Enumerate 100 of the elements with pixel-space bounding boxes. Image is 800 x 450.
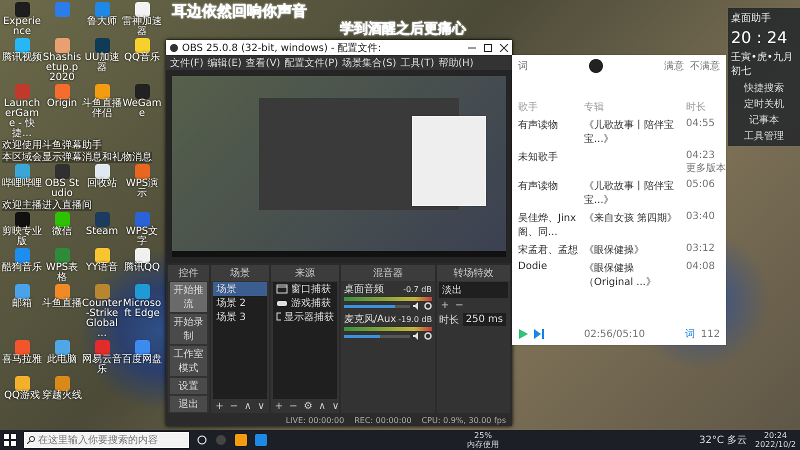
menu-item[interactable]: 查看(V) xyxy=(246,56,280,69)
control-button[interactable]: 开始录制 xyxy=(170,314,208,344)
toolbar-button[interactable]: − xyxy=(455,300,464,311)
app-icon[interactable] xyxy=(94,164,110,179)
circle-icon[interactable] xyxy=(197,435,207,445)
toolbar-button[interactable]: + xyxy=(215,401,224,412)
column-header: 时长 xyxy=(686,100,707,114)
duration-label: 时长 xyxy=(438,314,459,326)
duration-field[interactable]: 250 ms xyxy=(462,313,506,326)
app-icon[interactable] xyxy=(94,248,110,263)
window-title: OBS 25.0.8 (32-bit, windows) - 配置文件: xyxy=(182,42,382,54)
artist-cell-text: 宋孟君、孟想 xyxy=(518,244,579,257)
app-icon[interactable] xyxy=(94,340,110,355)
app-icon[interactable] xyxy=(134,340,150,355)
artist-cell-text: Dodie xyxy=(518,261,548,274)
next-icon[interactable] xyxy=(534,329,544,339)
source-item[interactable]: 显示器捕获 xyxy=(284,310,334,324)
tab-label[interactable]: 词 xyxy=(518,59,528,73)
settings-icon[interactable] xyxy=(424,302,432,310)
app-icon[interactable] xyxy=(54,376,70,391)
menu-item[interactable]: 工具(T) xyxy=(400,56,434,69)
app-icon[interactable] xyxy=(14,38,30,53)
app-logo-icon xyxy=(170,44,178,52)
obs-taskbar-icon[interactable] xyxy=(215,434,227,446)
toolbar-button[interactable]: − xyxy=(230,401,238,412)
lyrics-button[interactable]: 词 xyxy=(684,327,695,341)
widget-tool[interactable]: 工具管理 xyxy=(731,129,797,143)
more-versions-link[interactable]: 更多版本 xyxy=(686,163,726,174)
artist-cell-text: 吴佳烨、Jinx阁、同... xyxy=(518,212,577,239)
menu-item[interactable]: 配置文件(P) xyxy=(284,56,338,69)
widget-tool[interactable]: 定时关机 xyxy=(731,97,797,111)
dock-title: 场景 xyxy=(211,265,269,281)
avatar-icon[interactable] xyxy=(589,59,603,73)
app-icon[interactable] xyxy=(134,38,150,53)
volume-slider[interactable] xyxy=(344,334,410,338)
app-taskbar-icon[interactable] xyxy=(255,434,267,446)
toolbar-button[interactable]: − xyxy=(289,401,298,412)
transition-dropdown[interactable]: 淡出 xyxy=(438,282,508,298)
maximize-icon[interactable] xyxy=(484,44,492,52)
app-label: 此电脑 xyxy=(46,355,78,365)
app-icon[interactable] xyxy=(14,376,30,391)
toolbar-button[interactable]: ∨ xyxy=(257,401,265,412)
app-label: 穿越火线 xyxy=(42,391,82,401)
menu-item[interactable]: 编辑(E) xyxy=(208,56,242,69)
feedback-link[interactable]: 满意 xyxy=(664,59,684,73)
widget-tool[interactable]: 快捷搜索 xyxy=(731,81,797,95)
app-icon[interactable] xyxy=(14,164,30,179)
app-icon[interactable] xyxy=(94,84,110,99)
app-label: WPS表格 xyxy=(44,263,80,283)
duration-cell-text: 04:08 xyxy=(686,261,716,274)
app-icon[interactable] xyxy=(134,248,150,263)
menu-item[interactable]: 帮助(H) xyxy=(438,56,474,69)
control-button[interactable]: 退出 xyxy=(170,396,208,412)
play-icon[interactable] xyxy=(518,329,528,339)
dock-title: 转场特效 xyxy=(436,265,510,281)
scene-item[interactable]: 场景 3 xyxy=(213,310,267,324)
control-button[interactable]: 工作室模式 xyxy=(170,346,208,376)
app-icon[interactable] xyxy=(14,248,30,263)
app-label: 鲁大师 xyxy=(86,17,118,27)
source-item[interactable]: 窗口捕获 xyxy=(290,282,331,296)
toolbar-button[interactable]: + xyxy=(440,300,450,311)
toolbar-button[interactable]: ⚙ xyxy=(304,401,313,412)
toolbar-button[interactable]: ∨ xyxy=(332,401,340,412)
widget-tool[interactable]: 记事本 xyxy=(731,113,797,127)
close-icon[interactable] xyxy=(500,44,508,52)
start-icon[interactable] xyxy=(4,434,16,446)
duration-cell-text: 03:40 xyxy=(686,211,716,224)
app-icon[interactable] xyxy=(54,212,70,227)
scene-item[interactable]: 场景 2 xyxy=(213,296,267,310)
control-button[interactable]: 开始推流 xyxy=(170,282,208,312)
app-taskbar-icon[interactable] xyxy=(235,434,247,446)
toolbar-button[interactable]: + xyxy=(274,401,284,412)
app-icon[interactable] xyxy=(134,2,150,17)
app-icon[interactable] xyxy=(54,340,70,355)
app-label: LauncherGame - 快捷... xyxy=(2,99,42,139)
menu-item[interactable]: 文件(F) xyxy=(170,56,204,69)
toolbar-button[interactable]: ∧ xyxy=(318,401,326,412)
control-button[interactable]: 设置 xyxy=(170,378,208,394)
app-label: 腾讯视频 xyxy=(2,53,42,63)
column-header: 歌手 xyxy=(518,100,539,114)
video-caption: 学到酒醒之后更痛心 xyxy=(340,20,466,38)
album-cell-text: 《来自女孩 第四期》 xyxy=(584,212,678,226)
weather-text[interactable]: 32°C 多云 xyxy=(699,436,747,444)
volume-slider[interactable] xyxy=(344,304,410,308)
source-item[interactable]: 游戏捕获 xyxy=(290,296,331,310)
app-label: 网易云音乐 xyxy=(82,355,122,375)
channel-reading: -0.7 dB xyxy=(403,284,432,294)
channel-name: 桌面音频 xyxy=(344,282,384,296)
toolbar-button[interactable]: ∧ xyxy=(244,401,252,412)
app-icon[interactable] xyxy=(134,284,150,299)
widget-title: 桌面助手 xyxy=(731,12,772,25)
scene-item[interactable]: 场景 xyxy=(213,282,267,296)
duration-cell-text: 05:06 xyxy=(686,179,716,192)
app-label: Shashisetup.p 2020 xyxy=(42,53,82,83)
app-icon[interactable] xyxy=(14,2,30,17)
settings-icon[interactable] xyxy=(424,332,432,340)
menu-item[interactable]: 场景集合(S) xyxy=(342,56,396,69)
clock-time: 20 : 24 xyxy=(731,28,788,47)
feedback-link[interactable]: 不满意 xyxy=(690,59,720,73)
app-icon[interactable] xyxy=(54,284,70,299)
